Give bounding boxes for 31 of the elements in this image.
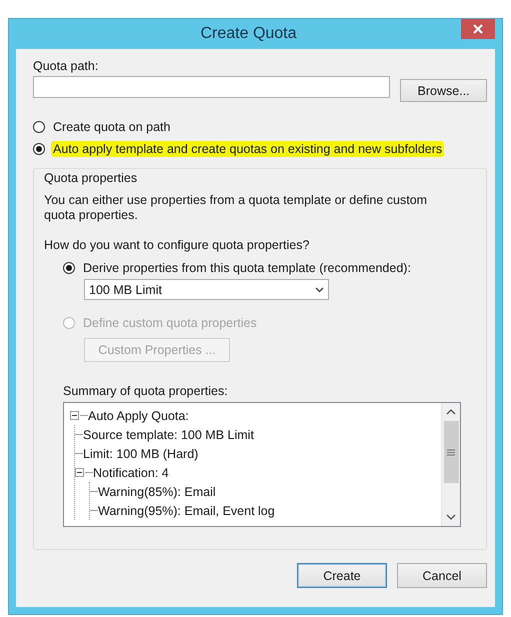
dialog-button[interactable]: Create bbox=[297, 563, 387, 588]
tree-item-label[interactable]: Limit: 100 MB (Hard) bbox=[83, 446, 198, 460]
radio-button[interactable] bbox=[33, 143, 45, 155]
question-text: How do you want to configure quota properties? bbox=[44, 238, 310, 252]
radio-button[interactable] bbox=[63, 262, 75, 274]
close-icon bbox=[473, 24, 483, 34]
field-label: Quota path: bbox=[33, 59, 100, 75]
tree-item-label[interactable]: Warning(85%): Email bbox=[98, 484, 216, 498]
scrollbar[interactable] bbox=[441, 403, 460, 526]
highlighted-option-label: Auto apply template and create quotas on existing and new subfolders bbox=[51, 141, 444, 157]
scroll-thumb[interactable] bbox=[444, 421, 458, 483]
option-label: Create quota on path bbox=[52, 119, 172, 135]
tree-item-label[interactable]: Warning(95%): Email, Event log bbox=[98, 504, 275, 518]
radio-button[interactable] bbox=[33, 121, 45, 133]
option-label: Derive properties from this quota template (recommended): bbox=[82, 260, 412, 276]
browse-button[interactable]: Browse... bbox=[400, 79, 487, 102]
dropdown-value: 100 MB Limit bbox=[89, 282, 162, 296]
collapse-icon[interactable] bbox=[70, 411, 79, 420]
dialog-button[interactable]: Cancel bbox=[397, 563, 487, 588]
group-title: Quota properties bbox=[44, 171, 138, 185]
summary-label: Summary of quota properties: bbox=[63, 384, 229, 400]
tree-item-label[interactable]: Notification: 4 bbox=[93, 466, 169, 480]
collapse-icon[interactable] bbox=[75, 468, 84, 477]
quota-path-field[interactable] bbox=[33, 76, 390, 98]
template-dropdown[interactable]: 100 MB Limit bbox=[84, 279, 329, 300]
close-button[interactable] bbox=[461, 19, 495, 39]
description-text: You can either use properties from a quota template or define custom quota properties. bbox=[44, 193, 428, 223]
tree-item-label[interactable]: Auto Apply Quota: bbox=[88, 408, 189, 422]
window-title: Create Quota bbox=[199, 25, 298, 43]
tree-item-label[interactable]: Source template: 100 MB Limit bbox=[83, 428, 254, 442]
option-label: Define custom quota properties bbox=[82, 315, 258, 331]
